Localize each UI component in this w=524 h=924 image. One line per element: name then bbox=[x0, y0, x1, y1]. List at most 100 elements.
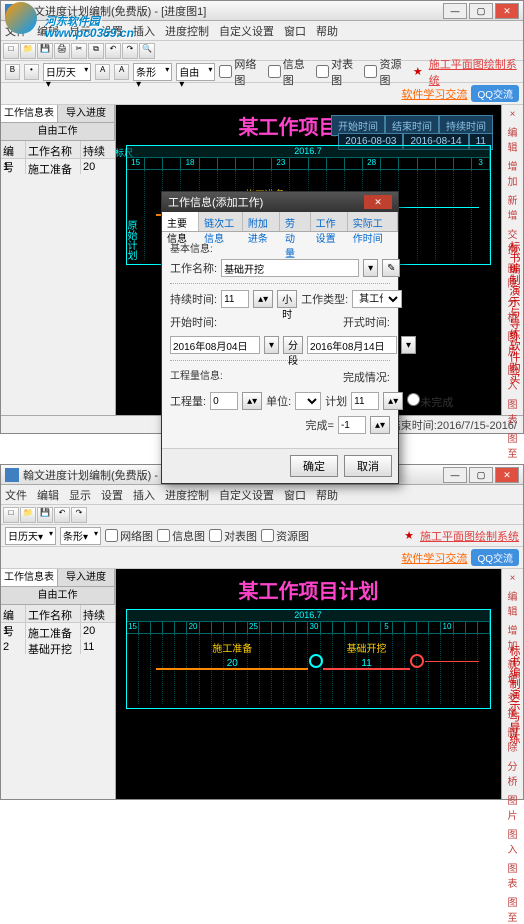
check-info[interactable]: 信息图 bbox=[268, 56, 312, 88]
menu-file[interactable]: 文件 bbox=[5, 487, 27, 503]
table-row[interactable]: 2 基础开挖 11 bbox=[1, 639, 115, 655]
rail-close[interactable]: × bbox=[504, 573, 522, 584]
btn-name-edit[interactable]: ✎ bbox=[382, 259, 400, 277]
table-row[interactable]: 1 施工准备 20 bbox=[1, 623, 115, 639]
combo-bar[interactable]: 条形▾ bbox=[133, 63, 172, 81]
tab-import[interactable]: 导入进度 bbox=[58, 569, 115, 586]
gantt-bar-1[interactable]: 施工准备 20 bbox=[156, 654, 308, 670]
tb-print-icon[interactable]: 🖨 bbox=[54, 43, 70, 59]
rail-split[interactable]: 分桥 bbox=[504, 758, 522, 788]
tb-a2-icon[interactable]: A bbox=[114, 64, 129, 80]
btn-done-spin[interactable]: ▴▾ bbox=[370, 416, 390, 434]
tb-undo-icon[interactable]: ↶ bbox=[54, 507, 70, 523]
check-table[interactable]: 对表图 bbox=[316, 56, 360, 88]
check-resource[interactable]: 资源图 bbox=[364, 56, 408, 88]
ok-button[interactable]: 确定 bbox=[290, 455, 338, 477]
dlg-tab-link[interactable]: 链次工信息 bbox=[199, 212, 243, 231]
gantt-node-icon[interactable] bbox=[309, 654, 323, 668]
btn-end-cal[interactable]: ▾ bbox=[401, 336, 416, 354]
tb-undo-icon[interactable]: ↶ bbox=[105, 43, 121, 59]
qq-badge[interactable]: QQ交流 bbox=[471, 549, 519, 566]
tb-open-icon[interactable]: 📁 bbox=[20, 507, 36, 523]
input-dur[interactable] bbox=[221, 290, 249, 308]
btn-segment[interactable]: 分段 bbox=[283, 336, 303, 354]
gantt-bar-2[interactable]: 基础开挖 11 bbox=[323, 654, 410, 670]
menu-settings[interactable]: 设置 bbox=[101, 487, 123, 503]
menu-custom[interactable]: 自定义设置 bbox=[219, 487, 274, 503]
tab-workinfo[interactable]: 工作信息表 bbox=[1, 105, 58, 122]
rail-close[interactable]: × bbox=[504, 109, 522, 120]
check-info[interactable]: 信息图 bbox=[157, 528, 205, 544]
input-name[interactable] bbox=[221, 259, 359, 277]
close-button[interactable]: ✕ bbox=[495, 3, 519, 19]
link-study[interactable]: 软件学习交流 bbox=[401, 86, 467, 102]
input-start[interactable] bbox=[170, 336, 260, 354]
btn-start-cal[interactable]: ▾ bbox=[264, 336, 279, 354]
rail-edit[interactable]: 编辑 bbox=[504, 124, 522, 154]
qq-badge[interactable]: QQ交流 bbox=[471, 85, 519, 102]
tb-save-icon[interactable]: 💾 bbox=[37, 43, 53, 59]
check-resource[interactable]: 资源图 bbox=[261, 528, 309, 544]
menu-view[interactable]: 显示 bbox=[69, 487, 91, 503]
tb-save-icon[interactable]: 💾 bbox=[37, 507, 53, 523]
tab-import[interactable]: 导入进度 bbox=[58, 105, 115, 122]
menu-help[interactable]: 帮助 bbox=[316, 23, 338, 39]
rail-edit[interactable]: 编辑 bbox=[504, 588, 522, 618]
tb-new-icon[interactable]: □ bbox=[3, 507, 19, 523]
rail-add[interactable]: 增加 bbox=[504, 158, 522, 188]
input-qty[interactable] bbox=[210, 392, 238, 410]
tb-bullet-icon[interactable]: • bbox=[24, 64, 39, 80]
menu-help[interactable]: 帮助 bbox=[316, 487, 338, 503]
btn-qty-spin[interactable]: ▴▾ bbox=[242, 392, 262, 410]
canvas-area[interactable]: 某工作项目计划 2016.7 15202530510 施工准备 20 bbox=[116, 569, 501, 799]
select-unit[interactable] bbox=[295, 392, 321, 410]
input-plan[interactable] bbox=[351, 392, 379, 410]
minimize-button[interactable]: — bbox=[443, 3, 467, 19]
btn-dur-spin[interactable]: ▴▾ bbox=[253, 290, 273, 308]
rail-img[interactable]: 图片 bbox=[504, 792, 522, 822]
table-row[interactable]: 1 施工准备 20 bbox=[1, 159, 115, 175]
menu-window[interactable]: 窗口 bbox=[284, 23, 306, 39]
combo-calendar[interactable]: 日历天▾ bbox=[5, 527, 56, 545]
dlg-tab-main[interactable]: 主要信息 bbox=[162, 212, 199, 231]
tb-zoom-icon[interactable]: 🔍 bbox=[139, 43, 155, 59]
side-promo-text[interactable]: 标书编制演示与导练软件购买 bbox=[507, 241, 521, 384]
subtab-free[interactable]: 自由工作 bbox=[1, 587, 115, 604]
dialog-titlebar[interactable]: 工作信息(添加工作) ✕ bbox=[162, 192, 398, 212]
menu-insert[interactable]: 插入 bbox=[133, 23, 155, 39]
link-floorplan[interactable]: 施工平面图绘制系统 bbox=[420, 528, 519, 544]
tb-redo-icon[interactable]: ↷ bbox=[122, 43, 138, 59]
menu-edit[interactable]: 编辑 bbox=[37, 487, 59, 503]
tb-open-icon[interactable]: 📁 bbox=[20, 43, 36, 59]
rail-tbl[interactable]: 图表 bbox=[504, 860, 522, 890]
tb-bold-icon[interactable]: B bbox=[5, 64, 20, 80]
dlg-tab-labor[interactable]: 劳动量 bbox=[280, 212, 311, 231]
cancel-button[interactable]: 取消 bbox=[344, 455, 392, 477]
menu-insert[interactable]: 插入 bbox=[133, 487, 155, 503]
input-end[interactable] bbox=[307, 336, 397, 354]
combo-bar[interactable]: 条形▾ bbox=[60, 527, 101, 545]
menu-progress[interactable]: 进度控制 bbox=[165, 487, 209, 503]
tb-a1-icon[interactable]: A bbox=[95, 64, 110, 80]
combo-free[interactable]: 自由▾ bbox=[176, 63, 215, 81]
tb-new-icon[interactable]: □ bbox=[3, 43, 19, 59]
maximize-button[interactable]: ▢ bbox=[469, 467, 493, 483]
combo-calendar[interactable]: 日历天▾ bbox=[43, 63, 91, 81]
dlg-tab-actual[interactable]: 实际工作时间 bbox=[348, 212, 398, 231]
dlg-tab-setting[interactable]: 工作设置 bbox=[311, 212, 348, 231]
tb-cut-icon[interactable]: ✂ bbox=[71, 43, 87, 59]
link-study[interactable]: 软件学习交流 bbox=[401, 550, 467, 566]
menu-progress[interactable]: 进度控制 bbox=[165, 23, 209, 39]
subtab-free[interactable]: 自由工作 bbox=[1, 123, 115, 140]
check-table[interactable]: 对表图 bbox=[209, 528, 257, 544]
btn-hour[interactable]: 小时 bbox=[277, 290, 297, 308]
close-button[interactable]: ✕ bbox=[495, 467, 519, 483]
minimize-button[interactable]: — bbox=[443, 467, 467, 483]
tab-workinfo[interactable]: 工作信息表 bbox=[1, 569, 58, 586]
rail-to[interactable]: 图至 bbox=[504, 430, 522, 460]
tb-copy-icon[interactable]: ⧉ bbox=[88, 43, 104, 59]
chk-unfixed[interactable]: 未完成 bbox=[407, 393, 453, 410]
dlg-tab-extra[interactable]: 附加进条 bbox=[243, 212, 280, 231]
rail-in[interactable]: 图入 bbox=[504, 826, 522, 856]
btn-name-more[interactable]: ▾ bbox=[363, 259, 378, 277]
